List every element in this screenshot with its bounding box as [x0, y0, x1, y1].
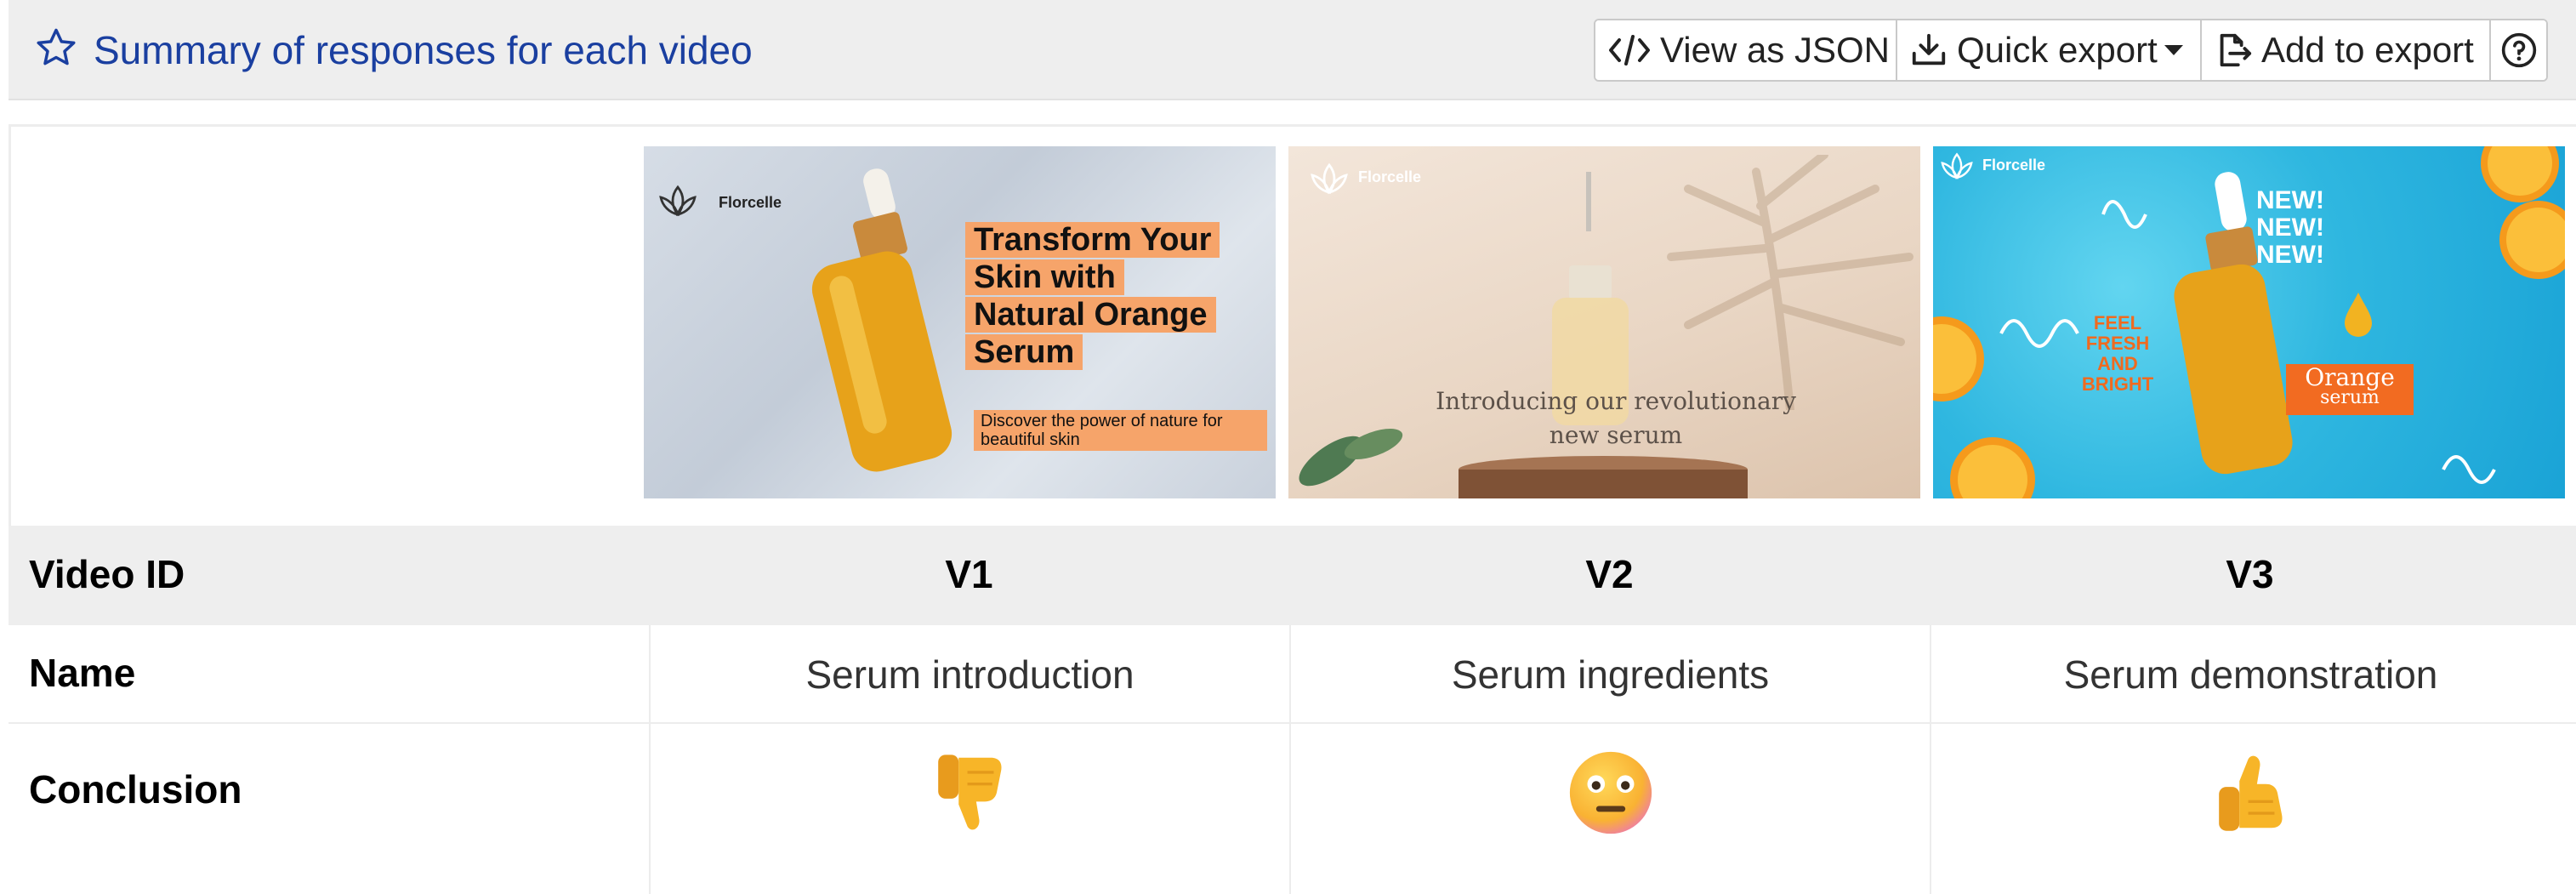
brand-name: Florcelle [719, 194, 782, 211]
thumbnail-caption: Introducing our revolutionary new serum [1433, 384, 1799, 453]
lotus-logo-icon [659, 185, 697, 217]
name-cell: Serum introduction [649, 625, 1289, 724]
fresh-line: FRESH [2085, 333, 2150, 354]
name-cell: Serum demonstration [1930, 625, 2570, 724]
neutral-face-icon [1569, 751, 1652, 834]
add-to-export-label: Add to export [2261, 30, 2474, 70]
palm-shadow-image [1667, 155, 1914, 410]
help-button[interactable] [2491, 20, 2546, 80]
caption-line: new serum [1549, 421, 1683, 449]
summary-header: Summary of responses for each video View… [9, 0, 2576, 100]
thumbnail-subline: Discover the power of nature for beautif… [974, 410, 1267, 451]
conclusion-label: Conclusion [29, 767, 242, 811]
quick-export-label: Quick export [1957, 30, 2158, 70]
conclusion-cell [649, 724, 1289, 894]
quick-export-button[interactable]: Quick export [1897, 20, 2202, 80]
new-line: NEW! [2256, 241, 2324, 269]
export-file-icon [2220, 33, 2252, 67]
name-label: Name [29, 651, 136, 695]
page-title: Summary of responses for each video [94, 28, 753, 72]
product-label: Orange serum [2286, 364, 2414, 415]
conclusion-row: Conclusion [9, 724, 2576, 894]
wood-stand-image [1459, 456, 1748, 498]
video-thumbnail-v1[interactable]: Florcelle Transform Your Skin with Natur… [644, 146, 1276, 498]
headline-line: Skin with [965, 259, 1124, 295]
add-to-export-button[interactable]: Add to export [2202, 20, 2491, 80]
product-line: Orange [2305, 363, 2395, 391]
video-id-label: Video ID [29, 552, 185, 596]
lotus-logo-icon [1311, 162, 1348, 195]
name-cell: Serum ingredients [1289, 625, 1930, 724]
chevron-down-icon [2164, 45, 2183, 55]
serum-bottle-image [811, 168, 952, 472]
code-icon [1609, 35, 1650, 65]
fresh-line: FEEL [2093, 312, 2142, 333]
fresh-line: AND [2097, 353, 2138, 374]
new-line: NEW! [2256, 214, 2324, 242]
thumbs-up-icon [2218, 755, 2283, 831]
conclusion-cell [1289, 724, 1930, 894]
fresh-slogan: FEEL FRESH AND BRIGHT [2071, 313, 2164, 395]
thumbs-down-icon [937, 754, 1002, 830]
video-thumbnail-v2[interactable]: Florcelle Introducing our revolutionary … [1288, 146, 1920, 498]
video-id-row: Video ID V1 V2 V3 [9, 526, 2576, 625]
thumbnail-headline: Transform Your Skin with Natural Orange … [965, 221, 1246, 371]
video-id-cell: V1 [945, 552, 993, 596]
leaf-image [1299, 428, 1403, 487]
download-icon [1912, 33, 1946, 65]
view-as-json-label: View as JSON [1660, 30, 1890, 70]
oil-drop-icon [2345, 293, 2372, 337]
video-id-cell: V2 [1585, 552, 1634, 596]
video-id-cell: V3 [2226, 552, 2274, 596]
star-icon[interactable] [34, 26, 78, 70]
fresh-line: BRIGHT [2081, 373, 2154, 395]
video-thumbnail-v3[interactable]: Florcelle NEW! NEW! NEW! FEEL FRESH AND … [1933, 146, 2565, 498]
toolbar: View as JSON Quick export Add to export [1594, 19, 2548, 82]
conclusion-cell [1930, 724, 2570, 894]
new-badge-text: NEW! NEW! NEW! [2256, 187, 2324, 269]
new-line: NEW! [2256, 186, 2324, 214]
headline-line: Natural Orange [965, 297, 1216, 333]
headline-line: Serum [965, 334, 1083, 370]
view-as-json-button[interactable]: View as JSON [1595, 20, 1897, 80]
caption-line: Introducing our revolutionary [1436, 387, 1796, 415]
help-icon [2501, 32, 2536, 68]
name-row: Name Serum introduction Serum ingredient… [9, 625, 2576, 724]
brand-name: Florcelle [1358, 168, 1422, 185]
headline-line: Transform Your [965, 222, 1220, 258]
